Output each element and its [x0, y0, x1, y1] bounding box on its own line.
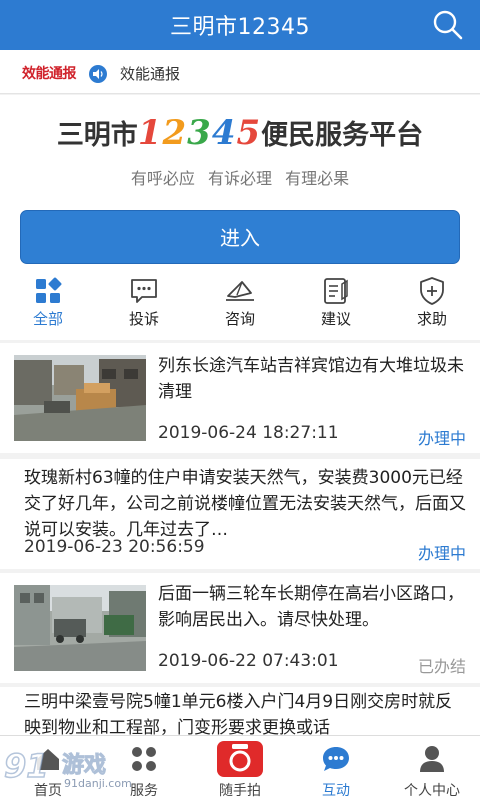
- tab-snapshot[interactable]: 随手拍: [192, 736, 288, 800]
- list-item[interactable]: 列东长途汽车站吉祥宾馆边有大堆垃圾未清理 2019-06-24 18:27:11…: [0, 343, 480, 453]
- speaker-icon: [89, 65, 107, 83]
- platform-brand: 三明市12345便民服务平台: [0, 113, 480, 153]
- list-item[interactable]: 玫瑰新村63幢的住户申请安装天然气，安装费3000元已经交了好几年，公司之前说楼…: [0, 459, 480, 569]
- chat-icon: [323, 747, 349, 771]
- page-title: 三明市12345: [170, 15, 310, 40]
- item-title: 三明中梁壹号院5幢1单元6楼入户门4月9日刚交房时就反映到物业和工程部，门变形要…: [24, 692, 453, 738]
- notice-label: 效能通报: [120, 65, 181, 83]
- item-title: 后面一辆三轮车长期停在高岩小区路口，影响居民出入。请尽快处理。: [158, 584, 464, 630]
- item-time: 2019-06-22 07:43:01: [158, 651, 339, 671]
- brand-suffix: 便民服务平台: [261, 120, 424, 151]
- tab-suggest[interactable]: 建议: [301, 276, 371, 338]
- tab-interact-label: 互动: [322, 783, 350, 799]
- watermark-name: 游戏: [61, 753, 107, 779]
- tab-help-label: 求助: [416, 310, 447, 328]
- item-photo: [14, 585, 146, 671]
- tab-consult-label: 咨询: [224, 310, 255, 328]
- tab-all-label: 全部: [32, 310, 63, 328]
- brand-digit: 2: [162, 113, 188, 153]
- brand-digit: 5: [236, 113, 262, 153]
- tab-profile[interactable]: 个人中心: [384, 736, 480, 800]
- tab-help[interactable]: 求助: [397, 276, 467, 338]
- tab-interact[interactable]: 互动: [288, 736, 384, 800]
- list-item[interactable]: 后面一辆三轮车长期停在高岩小区路口，影响居民出入。请尽快处理。 2019-06-…: [0, 573, 480, 683]
- watermark-logo: 91: [3, 746, 49, 786]
- site-watermark: 91 游戏 91danji.com: [0, 745, 150, 800]
- tab-consult[interactable]: 咨询: [205, 276, 275, 338]
- item-photo: [14, 355, 146, 441]
- clipboard-pen-icon: [324, 278, 348, 304]
- item-time: 2019-06-23 20:56:59: [24, 537, 205, 557]
- grid-icon: [36, 277, 62, 303]
- tab-complaint-label: 投诉: [128, 310, 159, 328]
- app-header: 三明市12345: [0, 0, 480, 50]
- camera-icon: [217, 741, 263, 777]
- status-badge: 办理中: [417, 429, 466, 448]
- status-badge: 已办结: [417, 657, 466, 676]
- search-icon[interactable]: [432, 9, 464, 41]
- slogan: 有呼必应 有诉必理 有理必果: [130, 169, 350, 188]
- efficiency-notice-bar[interactable]: 效能通报 效能通报: [0, 50, 480, 94]
- shield-plus-icon: [420, 277, 444, 305]
- brand-number: 12345: [138, 113, 261, 153]
- notice-logo: 效能通报: [22, 66, 77, 82]
- tab-complaint[interactable]: 投诉: [109, 276, 179, 338]
- status-badge: 办理中: [417, 544, 466, 563]
- person-icon: [420, 746, 444, 772]
- brand-digit: 1: [137, 113, 163, 153]
- brand-prefix: 三明市: [56, 120, 138, 151]
- paper-plane-icon: [226, 281, 254, 301]
- brand-digit: 4: [211, 113, 237, 153]
- category-tabs: 全部 投诉 咨询 建议 求助: [0, 270, 480, 340]
- tab-suggest-label: 建议: [320, 310, 351, 328]
- item-title: 列东长途汽车站吉祥宾馆边有大堆垃圾未清理: [158, 356, 464, 402]
- watermark-url: 91danji.com: [64, 777, 132, 790]
- item-time: 2019-06-24 18:27:11: [158, 423, 339, 443]
- tab-all[interactable]: 全部: [13, 276, 83, 338]
- tab-snapshot-label: 随手拍: [219, 783, 261, 799]
- brand-digit: 3: [187, 113, 212, 153]
- tab-profile-label: 个人中心: [404, 783, 460, 799]
- enter-button[interactable]: 进入: [20, 210, 460, 264]
- item-title: 玫瑰新村63幢的住户申请安装天然气，安装费3000元已经交了好几年，公司之前说楼…: [24, 468, 466, 540]
- chat-bubble-icon: [131, 279, 157, 303]
